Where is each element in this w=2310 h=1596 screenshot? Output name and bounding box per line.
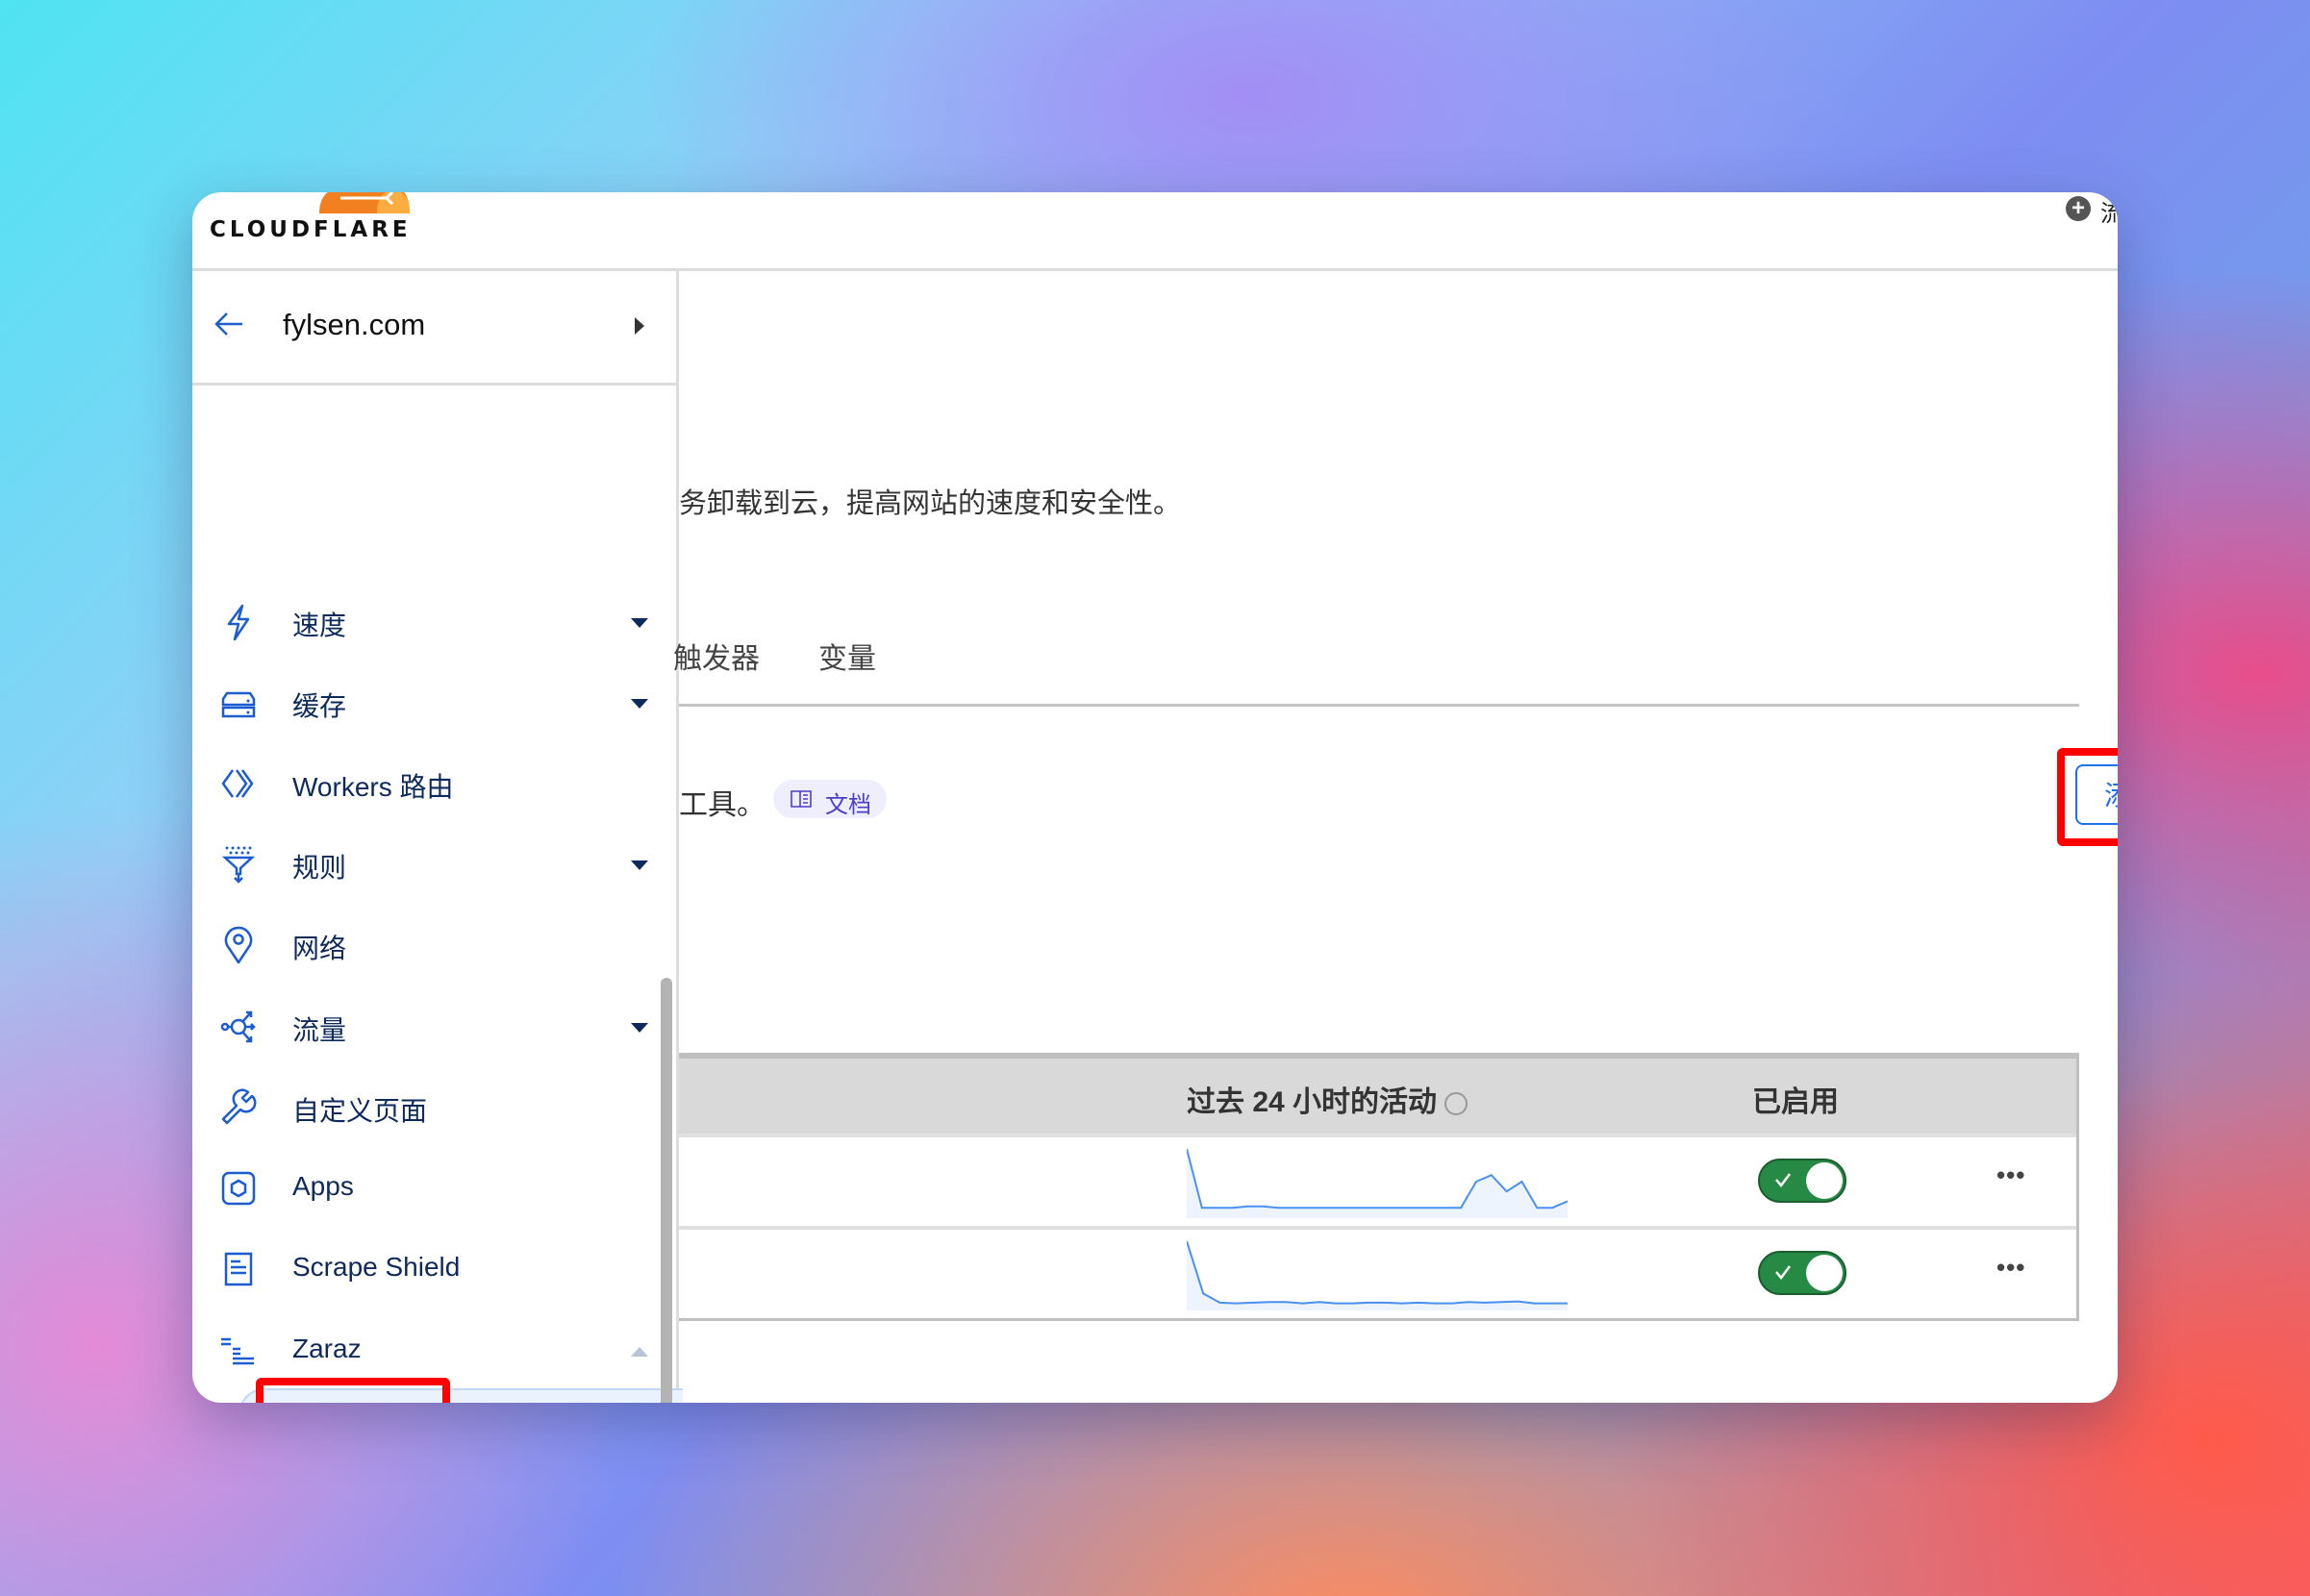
sidebar-item-network[interactable]: 网络 <box>192 914 664 976</box>
zaraz-icon <box>221 1337 254 1365</box>
top-bar: CLOUDFLARE + 流 <box>192 192 2118 271</box>
sidebar-item-rules[interactable]: 规则 <box>192 834 664 895</box>
enabled-toggle[interactable] <box>1758 1251 1846 1295</box>
funnel-icon <box>221 846 256 884</box>
traffic-split-icon <box>220 1010 256 1043</box>
caret-up-icon[interactable] <box>631 1347 648 1357</box>
clock-icon[interactable] <box>1444 1092 1469 1116</box>
plus-circle-icon[interactable]: + <box>2066 196 2091 221</box>
caret-down-icon[interactable] <box>631 699 648 709</box>
caret-right-icon[interactable] <box>635 317 644 335</box>
activity-sparkline <box>1187 1148 1568 1218</box>
docs-link-label: 文档 <box>825 792 871 818</box>
highlight-box-tool-config <box>256 1378 450 1403</box>
sidebar-item-label: Scrape Shield <box>292 1252 461 1282</box>
workers-icon <box>221 769 254 798</box>
sidebar-item-apps[interactable]: Apps <box>192 1158 664 1219</box>
highlight-box-add-tool <box>2057 748 2118 846</box>
caret-down-icon[interactable] <box>631 618 648 628</box>
cloudflare-logo[interactable]: CLOUDFLARE <box>210 192 421 260</box>
sidebar-item-speed[interactable]: 速度 <box>192 591 664 653</box>
tools-table: 过去 24 小时的活动 已启用 ••• ••• <box>679 1053 2079 1321</box>
more-options-icon[interactable]: ••• <box>1996 1253 2025 1283</box>
page-description: 务卸载到云，提高网站的速度和安全性。 <box>679 488 1182 519</box>
table-header: 过去 24 小时的活动 已启用 <box>679 1056 2076 1134</box>
sidebar-scrollbar[interactable] <box>661 978 672 1403</box>
domain-selector[interactable]: fylsen.com <box>192 271 676 386</box>
tab-triggers[interactable]: 触发器 <box>673 635 760 677</box>
sidebar-item-label: Apps <box>292 1171 354 1201</box>
sidebar-item-scrape-shield[interactable]: Scrape Shield <box>192 1238 664 1300</box>
server-stack-icon <box>221 691 256 718</box>
sidebar-item-workers-routes[interactable]: Workers 路由 <box>192 753 664 814</box>
wrench-icon <box>221 1088 257 1125</box>
sparkline-line <box>1187 1240 1568 1305</box>
sparkline-area <box>1187 1241 1568 1310</box>
activity-sparkline <box>1187 1240 1568 1310</box>
sidebar-item-label: 规则 <box>292 853 347 883</box>
sidebar-item-label: 自定义页面 <box>292 1096 428 1126</box>
sidebar-item-traffic[interactable]: 流量 <box>192 996 664 1058</box>
sidebar-item-label: Workers 路由 <box>292 772 454 802</box>
column-header-enabled: 已启用 <box>1752 1086 1839 1118</box>
browser-window: CLOUDFLARE + 流 fylsen.com 速度 缓存 Workers … <box>192 192 2118 1403</box>
sidebar-item-label: 速度 <box>292 611 347 640</box>
main-content: 务卸载到云，提高网站的速度和安全性。 触发器 变量 工具。 文档 添加新工具 过… <box>673 271 2118 1403</box>
sidebar: fylsen.com 速度 缓存 Workers 路由 规则 网络 流量 自定义… <box>192 271 683 1403</box>
back-arrow-icon[interactable] <box>213 308 246 340</box>
location-pin-icon <box>224 926 253 964</box>
book-icon <box>791 790 812 808</box>
check-icon <box>1775 1265 1791 1281</box>
check-icon <box>1775 1173 1791 1188</box>
sidebar-item-label: 缓存 <box>292 691 347 721</box>
hexagon-app-icon <box>221 1171 256 1206</box>
lightning-icon <box>227 604 250 641</box>
document-icon <box>224 1252 253 1286</box>
sidebar-item-label: 流量 <box>292 1015 347 1045</box>
tab-bar: 触发器 变量 <box>673 633 2079 707</box>
column-header-activity: 过去 24 小时的活动 <box>1187 1078 1469 1120</box>
toggle-knob <box>1806 1162 1843 1199</box>
sidebar-item-cache[interactable]: 缓存 <box>192 672 664 734</box>
cloud-logo-icon <box>319 192 410 213</box>
intro-text: 工具。 <box>679 789 766 821</box>
truncated-label: 流 <box>2100 201 2118 227</box>
caret-down-icon[interactable] <box>631 1023 648 1033</box>
sidebar-item-custom-pages[interactable]: 自定义页面 <box>192 1077 664 1138</box>
enabled-toggle[interactable] <box>1758 1159 1846 1203</box>
more-options-icon[interactable]: ••• <box>1996 1160 2025 1190</box>
toggle-knob <box>1806 1255 1843 1291</box>
sidebar-item-label: 网络 <box>292 934 347 963</box>
sidebar-item-label: Zaraz <box>292 1334 362 1363</box>
caret-down-icon[interactable] <box>631 860 648 870</box>
table-row[interactable]: ••• <box>679 1134 2076 1226</box>
table-row[interactable]: ••• <box>679 1226 2076 1318</box>
domain-name: fylsen.com <box>283 308 426 341</box>
docs-link[interactable]: 文档 <box>773 780 887 818</box>
tab-variables[interactable]: 变量 <box>818 635 876 677</box>
sidebar-item-zaraz[interactable]: Zaraz <box>192 1320 664 1382</box>
logo-wordmark: CLOUDFLARE <box>210 217 412 242</box>
